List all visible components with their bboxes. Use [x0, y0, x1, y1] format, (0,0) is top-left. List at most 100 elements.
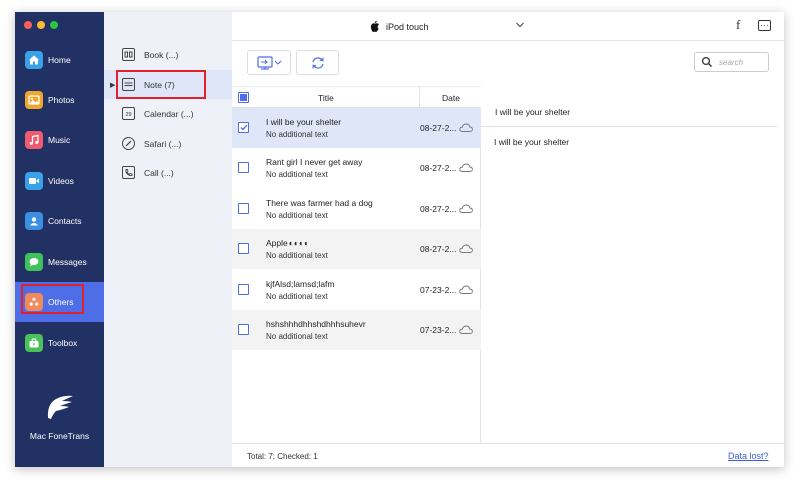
export-device-icon [257, 55, 282, 70]
row-checkbox[interactable] [238, 324, 249, 335]
app-window: Home Photos Music Videos Contacts Messag… [15, 12, 784, 467]
sidebar-item-label: Videos [48, 176, 74, 186]
note-title: hshshhhdhhshdhhhsuhevr [266, 319, 366, 329]
safari-icon [122, 137, 135, 150]
feedback-chat-icon[interactable] [758, 20, 771, 31]
search-placeholder: search [719, 57, 744, 67]
note-date: 07-23-2... [420, 285, 457, 295]
close-window-button[interactable] [24, 21, 32, 29]
table-row[interactable]: There was farmer had a dog No additional… [232, 189, 481, 229]
category-item-call[interactable]: Call (...) [104, 158, 232, 187]
list-header: Title Date [232, 86, 481, 108]
row-checkbox[interactable] [238, 284, 249, 295]
table-row[interactable]: Apple◖◖◖◖ No additional text 08-27-2... [232, 229, 481, 269]
table-row[interactable]: hshshhhdhhshdhhhsuhevr No additional tex… [232, 310, 481, 350]
note-subtitle: No additional text [266, 292, 328, 301]
row-checkbox[interactable] [238, 162, 249, 173]
select-all-checkbox[interactable] [238, 92, 249, 103]
note-date: 07-23-2... [420, 325, 457, 335]
maximize-window-button[interactable] [50, 21, 58, 29]
table-row[interactable]: kjfAlsd;lamsd;lafm No additional text 07… [232, 270, 481, 310]
brand-name: Mac FoneTrans [29, 431, 90, 441]
detail-divider [481, 126, 777, 127]
book-icon [122, 48, 135, 61]
notes-list: I will be your shelter No additional tex… [232, 108, 481, 443]
device-bar: iPod touch f [232, 12, 784, 41]
sidebar-item-photos[interactable]: Photos [15, 80, 104, 120]
call-icon [122, 166, 135, 179]
chevron-down-icon[interactable] [515, 20, 525, 30]
column-header-title[interactable]: Title [318, 93, 334, 103]
facebook-icon[interactable]: f [736, 17, 740, 33]
category-item-calendar[interactable]: 29 Calendar (...) [104, 99, 232, 128]
photos-icon [25, 91, 43, 109]
note-title: Rant girl I never get away [266, 157, 363, 167]
table-row[interactable]: Rant girl I never get away No additional… [232, 148, 481, 188]
category-item-book[interactable]: Book (...) [104, 40, 232, 69]
sidebar-item-music[interactable]: Music [15, 120, 104, 160]
videos-icon [25, 172, 43, 190]
search-input[interactable]: search [694, 52, 769, 72]
search-icon [701, 56, 712, 67]
window-controls [24, 21, 58, 29]
column-divider [419, 86, 420, 108]
sidebar: Home Photos Music Videos Contacts Messag… [15, 12, 104, 467]
music-icon [25, 131, 43, 149]
note-title: kjfAlsd;lamsd;lafm [266, 279, 335, 289]
sidebar-item-toolbox[interactable]: Toolbox [15, 323, 104, 363]
category-label: Book (...) [144, 49, 179, 60]
toolbox-icon [25, 334, 43, 352]
category-label: Safari (...) [144, 138, 182, 149]
sidebar-item-home[interactable]: Home [15, 40, 104, 80]
others-highlight-box [21, 284, 84, 314]
note-date: 08-27-2... [420, 244, 457, 254]
home-icon [25, 51, 43, 69]
status-bar: Total: 7; Checked: 1 Data lost? [232, 443, 784, 467]
note-subtitle: No additional text [266, 211, 328, 220]
column-header-date[interactable]: Date [442, 93, 460, 103]
messages-icon [25, 253, 43, 271]
sidebar-item-label: Contacts [48, 216, 82, 226]
category-item-safari[interactable]: Safari (...) [104, 129, 232, 158]
sidebar-item-label: Messages [48, 257, 87, 267]
calendar-icon: 29 [122, 107, 135, 120]
note-subtitle: No additional text [266, 251, 328, 260]
note-title: I will be your shelter [266, 117, 342, 127]
note-subtitle: No additional text [266, 130, 328, 139]
note-highlight-box [116, 70, 206, 99]
cloud-icon [459, 204, 473, 213]
device-name: iPod touch [386, 21, 429, 32]
data-lost-link[interactable]: Data lost? [728, 451, 769, 461]
refresh-button[interactable] [296, 50, 339, 75]
row-checkbox[interactable] [238, 122, 249, 133]
calendar-badge: 29 [125, 111, 132, 118]
sidebar-item-videos[interactable]: Videos [15, 161, 104, 201]
category-list: Book (...) ▶ Note (7) 29 Calendar (...) … [104, 12, 232, 467]
fonetrans-logo-icon [42, 392, 76, 422]
note-detail-title: I will be your shelter [495, 107, 571, 117]
note-title: Apple◖◖◖◖ [266, 238, 309, 248]
export-to-device-button[interactable] [247, 50, 291, 75]
table-row[interactable]: I will be your shelter No additional tex… [232, 108, 481, 148]
row-checkbox[interactable] [238, 243, 249, 254]
note-subtitle: No additional text [266, 170, 328, 179]
sidebar-item-label: Home [48, 55, 71, 65]
sidebar-item-messages[interactable]: Messages [15, 242, 104, 282]
row-checkbox[interactable] [238, 203, 249, 214]
note-detail-panel: I will be your shelter I will be your sh… [481, 86, 784, 443]
note-title: There was farmer had a dog [266, 198, 373, 208]
apple-icon [370, 20, 379, 32]
cloud-icon [459, 285, 473, 294]
contacts-icon [25, 212, 43, 230]
minimize-window-button[interactable] [37, 21, 45, 29]
category-label: Call (...) [144, 167, 174, 178]
cloud-icon [459, 163, 473, 172]
sidebar-item-label: Photos [48, 95, 75, 105]
sidebar-item-contacts[interactable]: Contacts [15, 201, 104, 241]
note-date: 08-27-2... [420, 163, 457, 173]
cloud-icon [459, 325, 473, 334]
sidebar-item-label: Toolbox [48, 338, 78, 348]
device-selector[interactable]: iPod touch [369, 20, 429, 33]
note-detail-body: I will be your shelter [494, 137, 570, 147]
sidebar-item-label: Music [48, 135, 71, 145]
